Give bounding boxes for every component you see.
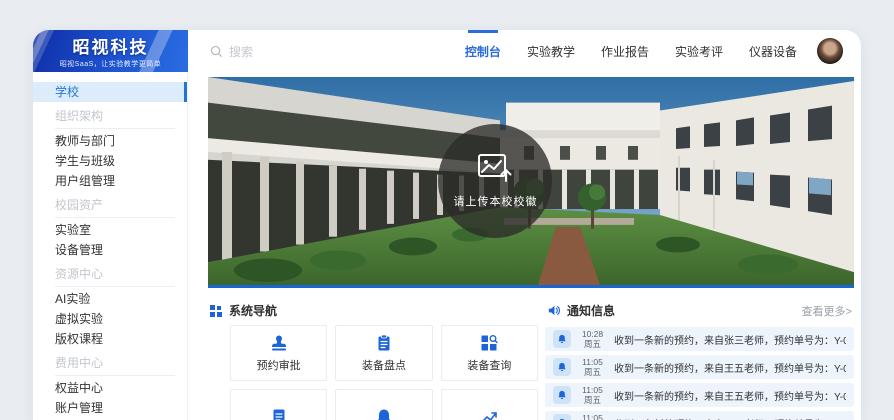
card-row2-2[interactable] bbox=[335, 389, 432, 420]
bottom-panels: 系统导航 预约审批 bbox=[208, 294, 854, 420]
sidebar-item-virtual-experiments[interactable]: 虚拟实验 bbox=[33, 309, 187, 329]
campus-banner: 请上传本校校徽 bbox=[208, 77, 854, 288]
card-equipment-search[interactable]: 装备查询 bbox=[441, 325, 538, 381]
bell-icon bbox=[557, 390, 567, 400]
bell-badge bbox=[553, 358, 571, 376]
notification-text: 收到一条新的预约，来自王五老师，预约单号为：Y-0056，请尽快处理。 bbox=[614, 416, 846, 420]
sidebar-item-students-classes[interactable]: 学生与班级 bbox=[33, 151, 187, 171]
card-label: 装备查询 bbox=[467, 357, 511, 373]
bell-icon bbox=[557, 362, 567, 372]
tab-console[interactable]: 控制台 bbox=[465, 30, 501, 72]
tab-experiment-assessment[interactable]: 实验考评 bbox=[675, 30, 723, 72]
notification-time: 11:05周五 bbox=[579, 413, 606, 420]
notification-text: 收到一条新的预约，来自王五老师，预约单号为：Y-0056，请尽快处理。 bbox=[614, 360, 846, 375]
grid-icon bbox=[210, 305, 222, 317]
card-label: 装备盘点 bbox=[362, 357, 406, 373]
card-row2-1[interactable] bbox=[230, 389, 327, 420]
notification-text: 收到一条新的预约，来自张三老师，预约单号为：Y-0044，请尽快处理。 bbox=[614, 332, 846, 347]
notification-item[interactable]: 11:05周五 收到一条新的预约，来自王五老师，预约单号为：Y-0056，请尽快… bbox=[545, 383, 854, 407]
stamp-icon bbox=[270, 334, 288, 352]
card-reservation-approval[interactable]: 预约审批 bbox=[230, 325, 327, 381]
header: 搜索 控制台 实验教学 作业报告 实验考评 仪器设备 bbox=[188, 30, 861, 72]
header-spacer bbox=[253, 30, 465, 72]
brand-title: 昭视科技 bbox=[73, 33, 149, 58]
sidebar-item-ai-experiments[interactable]: AI实验 bbox=[33, 289, 187, 309]
grid-search-icon bbox=[480, 334, 498, 352]
bell-badge bbox=[553, 386, 571, 404]
sidebar-item-teachers-depts[interactable]: 教师与部门 bbox=[33, 131, 187, 151]
notifications-panel: 通知信息 查看更多> 10:28周五 bbox=[545, 294, 854, 420]
search-placeholder: 搜索 bbox=[229, 43, 253, 60]
sidebar-item-account-mgmt[interactable]: 账户管理 bbox=[33, 398, 187, 418]
notification-time: 11:05周五 bbox=[579, 357, 606, 377]
notification-list: 10:28周五 收到一条新的预约，来自张三老师，预约单号为：Y-0044，请尽快… bbox=[545, 325, 854, 420]
sidebar-section-campus-assets: 校园资产 bbox=[55, 196, 175, 218]
brand-subtitle: 昭视SaaS，让实验教学更简单 bbox=[60, 59, 162, 69]
sidebar-item-licensed-courses[interactable]: 版权课程 bbox=[33, 329, 187, 349]
sidebar-item-school[interactable]: 学校 bbox=[33, 82, 187, 102]
notification-item[interactable]: 11:05周五 收到一条新的预约，来自王五老师，预约单号为：Y-0056，请尽快… bbox=[545, 355, 854, 379]
clipboard-icon bbox=[375, 334, 393, 352]
bell-icon bbox=[375, 408, 393, 420]
sidebar-item-user-groups[interactable]: 用户组管理 bbox=[33, 171, 187, 191]
sidebar-item-benefits-center[interactable]: 权益中心 bbox=[33, 378, 187, 398]
notification-item[interactable]: 10:28周五 收到一条新的预约，来自张三老师，预约单号为：Y-0044，请尽快… bbox=[545, 327, 854, 351]
sidebar-section-billing-center: 费用中心 bbox=[55, 354, 175, 376]
search-icon bbox=[210, 45, 223, 58]
brand-logo[interactable]: 昭视科技 昭视SaaS，让实验教学更简单 bbox=[33, 30, 188, 72]
tab-experiment-teaching[interactable]: 实验教学 bbox=[527, 30, 575, 72]
speaker-icon bbox=[547, 304, 560, 317]
sidebar-section-organization: 组织架构 bbox=[55, 107, 175, 129]
notifications-header: 通知信息 查看更多> bbox=[545, 294, 854, 325]
notification-time: 11:05周五 bbox=[579, 385, 606, 405]
sidebar-item-labs[interactable]: 实验室 bbox=[33, 220, 187, 240]
system-nav-cards-row2 bbox=[208, 389, 538, 420]
notification-text: 收到一条新的预约，来自王五老师，预约单号为：Y-0056，请尽快处理。 bbox=[614, 388, 846, 403]
document-icon bbox=[270, 408, 288, 420]
card-label: 预约审批 bbox=[257, 357, 301, 373]
system-nav-panel: 系统导航 预约审批 bbox=[208, 294, 538, 420]
nav-tabs: 控制台 实验教学 作业报告 实验考评 仪器设备 bbox=[465, 30, 797, 72]
app-window: 昭视科技 昭视SaaS，让实验教学更简单 搜索 控制台 实验教学 作业报告 实验… bbox=[33, 30, 861, 420]
view-more-link[interactable]: 查看更多> bbox=[802, 303, 852, 319]
top-bar: 昭视科技 昭视SaaS，让实验教学更简单 搜索 控制台 实验教学 作业报告 实验… bbox=[33, 30, 861, 72]
upload-school-badge-button[interactable]: 请上传本校校徽 bbox=[438, 124, 552, 238]
upload-image-icon bbox=[477, 153, 513, 184]
upload-school-badge-label: 请上传本校校徽 bbox=[453, 193, 537, 209]
main-content: 请上传本校校徽 系统导航 bbox=[188, 72, 861, 420]
notification-item[interactable]: 11:05周五 收到一条新的预约，来自王五老师，预约单号为：Y-0056，请尽快… bbox=[545, 411, 854, 420]
body-row: 学校 组织架构 教师与部门 学生与班级 用户组管理 校园资产 实验室 设备管理 … bbox=[33, 72, 861, 420]
card-equipment-inventory[interactable]: 装备盘点 bbox=[335, 325, 432, 381]
bell-badge bbox=[553, 330, 571, 348]
user-avatar[interactable] bbox=[817, 38, 843, 64]
system-nav-header: 系统导航 bbox=[208, 294, 538, 325]
card-row2-3[interactable] bbox=[441, 389, 538, 420]
trend-icon bbox=[480, 408, 498, 420]
bell-badge bbox=[553, 414, 571, 420]
search-input[interactable]: 搜索 bbox=[210, 30, 253, 72]
tab-homework-reports[interactable]: 作业报告 bbox=[601, 30, 649, 72]
notifications-title: 通知信息 bbox=[567, 302, 615, 319]
sidebar: 学校 组织架构 教师与部门 学生与班级 用户组管理 校园资产 实验室 设备管理 … bbox=[33, 72, 188, 420]
sidebar-section-resource-center: 资源中心 bbox=[55, 265, 175, 287]
notification-time: 10:28周五 bbox=[579, 329, 606, 349]
system-nav-cards: 预约审批 装备盘点 bbox=[208, 325, 538, 381]
bell-icon bbox=[557, 334, 567, 344]
tab-instruments[interactable]: 仪器设备 bbox=[749, 30, 797, 72]
sidebar-item-equipment-mgmt[interactable]: 设备管理 bbox=[33, 240, 187, 260]
system-nav-title: 系统导航 bbox=[229, 302, 277, 319]
